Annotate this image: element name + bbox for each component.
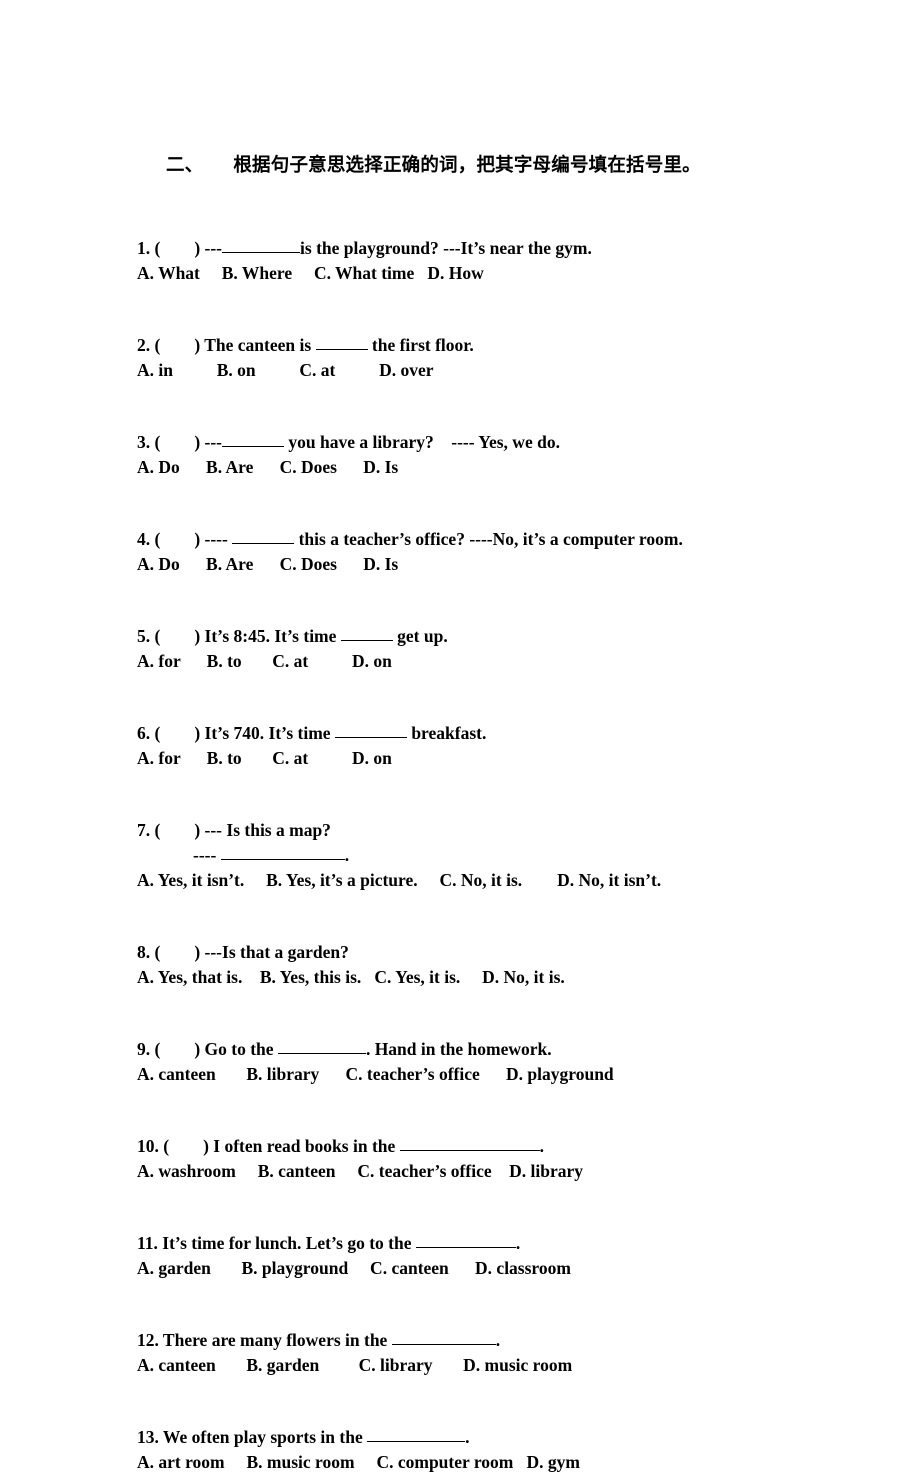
question-options[interactable]: A. washroom B. canteen C. teacher’s offi… [137,1159,877,1184]
fill-in-blank[interactable] [367,1424,466,1442]
fill-in-blank[interactable] [415,1230,516,1248]
question-text-pre: --- [200,238,223,258]
question-list: 1. () --- is the playground? ---It’s near… [137,236,877,1475]
question-block: 7. () --- Is this a map? ---- . A. Yes, it… [137,818,877,893]
question-prompt: 1. () --- is the playground? ---It’s near… [137,236,877,261]
section-heading: 二、 根据句子意思选择正确的词，把其字母编号填在括号里。 [137,130,877,202]
question-options[interactable]: A. Do B. Are C. Does D. Is [137,455,877,480]
document-page: 二、 根据句子意思选择正确的词，把其字母编号填在括号里。 1. () --- is … [0,0,920,1472]
question-number: 3. ( [137,432,161,452]
question-prompt: 3. () --- you have a library? ---- Yes, … [137,430,877,455]
question-number: 13. [137,1427,159,1447]
question-options[interactable]: A. garden B. playground C. canteen D. cl… [137,1256,877,1281]
question-text-pre: The canteen is [200,335,316,355]
question-text-post: get up. [392,626,448,646]
question-text-pre: Go to the [200,1039,278,1059]
question-text-post: breakfast. [406,723,487,743]
question-block: 3. () --- you have a library? ---- Yes, … [137,430,877,480]
question-prompt: 8. () ---Is that a garden? [137,940,877,965]
question-text-pre: --- Is this a map? [200,820,331,840]
question-block: 2. () The canteen is the first floor. A. … [137,333,877,383]
question-prompt: 11. It’s time for lunch. Let’s go to the… [137,1231,877,1256]
fill-in-blank[interactable] [340,623,393,641]
question-number: 8. ( [137,942,161,962]
question-block: 8. () ---Is that a garden? A. Yes, that i… [137,940,877,990]
question-text-pre: We often play sports in the [158,1427,368,1447]
question-options[interactable]: A. Do B. Are C. Does D. Is [137,552,877,577]
question-options[interactable]: A. What B. Where C. What time D. How [137,261,877,286]
question-text-post: . [539,1136,545,1156]
question-text-post: the first floor. [367,335,474,355]
fill-in-blank[interactable] [315,332,368,350]
question-text-pre: --- [200,432,223,452]
question-text-post: . Hand in the homework. [365,1039,552,1059]
question-number: 4. ( [137,529,161,549]
question-block: 11. It’s time for lunch. Let’s go to the… [137,1231,877,1281]
question-block: 13. We often play sports in the . A. art … [137,1425,877,1475]
question-text-post: . [465,1427,470,1447]
question-number: 5. ( [137,626,161,646]
question-block: 1. () --- is the playground? ---It’s near… [137,236,877,286]
question-text-pre: I often read books in the [208,1136,400,1156]
question-options[interactable]: A. canteen B. garden C. library D. music… [137,1353,877,1378]
question-block: 10. () I often read books in the . A. was… [137,1134,877,1184]
fill-in-blank[interactable] [220,842,345,860]
question-options[interactable]: A. art room B. music room C. computer ro… [137,1450,877,1475]
question-prompt: 12. There are many flowers in the . [137,1328,877,1353]
question-text-pre: There are many flowers in the [158,1330,392,1350]
fill-in-blank[interactable] [391,1327,496,1345]
question-options[interactable]: A. canteen B. library C. teacher’s offic… [137,1062,877,1087]
question-text-pre: It’s 740. It’s time [200,723,335,743]
fill-in-blank[interactable] [277,1036,366,1054]
question-prompt: 5. () It’s 8:45. It’s time get up. [137,624,877,649]
question-prompt: 10. () I often read books in the . [137,1134,877,1159]
answer-dash: ---- [193,845,221,865]
question-options[interactable]: A. for B. to C. at D. on [137,649,877,674]
question-block: 12. There are many flowers in the . A. ca… [137,1328,877,1378]
question-text-pre: ---- [200,529,233,549]
question-number: 6. ( [137,723,161,743]
question-prompt: 2. () The canteen is the first floor. [137,333,877,358]
question-options[interactable]: A. Yes, it isn’t. B. Yes, it’s a picture… [137,868,877,893]
question-text-post: . [515,1233,521,1253]
question-text-post: . [344,845,350,865]
fill-in-blank[interactable] [334,720,407,738]
question-block: 6. () It’s 740. It’s time breakfast. A. f… [137,721,877,771]
question-prompt: 13. We often play sports in the . [137,1425,877,1450]
fill-in-blank[interactable] [222,429,285,447]
question-number: 12. [137,1330,159,1350]
question-block: 9. () Go to the . Hand in the homework. A… [137,1037,877,1087]
question-number: 10. ( [137,1136,170,1156]
question-text-pre: ---Is that a garden? [200,942,349,962]
section-title: 根据句子意思选择正确的词，把其字母编号填在括号里。 [233,156,701,176]
question-text-pre: It’s time for lunch. Let’s go to the [157,1233,416,1253]
question-block: 5. () It’s 8:45. It’s time get up. A. for… [137,624,877,674]
question-prompt: 4. () ---- this a teacher’s office? ----… [137,527,877,552]
question-options[interactable]: A. Yes, that is. B. Yes, this is. C. Yes… [137,965,877,990]
fill-in-blank[interactable] [232,526,295,544]
question-text-post: this a teacher’s office? ----No, it’s a … [294,529,683,549]
section-number: 二、 [165,156,204,176]
question-number: 9. ( [137,1039,161,1059]
question-text-post: . [495,1330,501,1350]
question-text-post: you have a library? ---- Yes, we do. [284,432,560,452]
question-number: 1. ( [137,238,161,258]
question-block: 4. () ---- this a teacher’s office? ----… [137,527,877,577]
fill-in-blank[interactable] [222,235,301,253]
question-number: 11. [137,1233,158,1253]
question-prompt: 6. () It’s 740. It’s time breakfast. [137,721,877,746]
question-text-pre: It’s 8:45. It’s time [200,626,341,646]
question-options[interactable]: A. for B. to C. at D. on [137,746,877,771]
question-prompt-continuation: ---- . [137,843,877,868]
question-number: 7. ( [137,820,161,840]
fill-in-blank[interactable] [399,1133,540,1151]
question-options[interactable]: A. in B. on C. at D. over [137,358,877,383]
document-content: 二、 根据句子意思选择正确的词，把其字母编号填在括号里。 1. () --- is … [137,130,877,1475]
question-number: 2. ( [137,335,161,355]
question-text-post: is the playground? ---It’s near the gym. [300,238,592,258]
question-prompt: 7. () --- Is this a map? [137,818,877,843]
question-prompt: 9. () Go to the . Hand in the homework. [137,1037,877,1062]
